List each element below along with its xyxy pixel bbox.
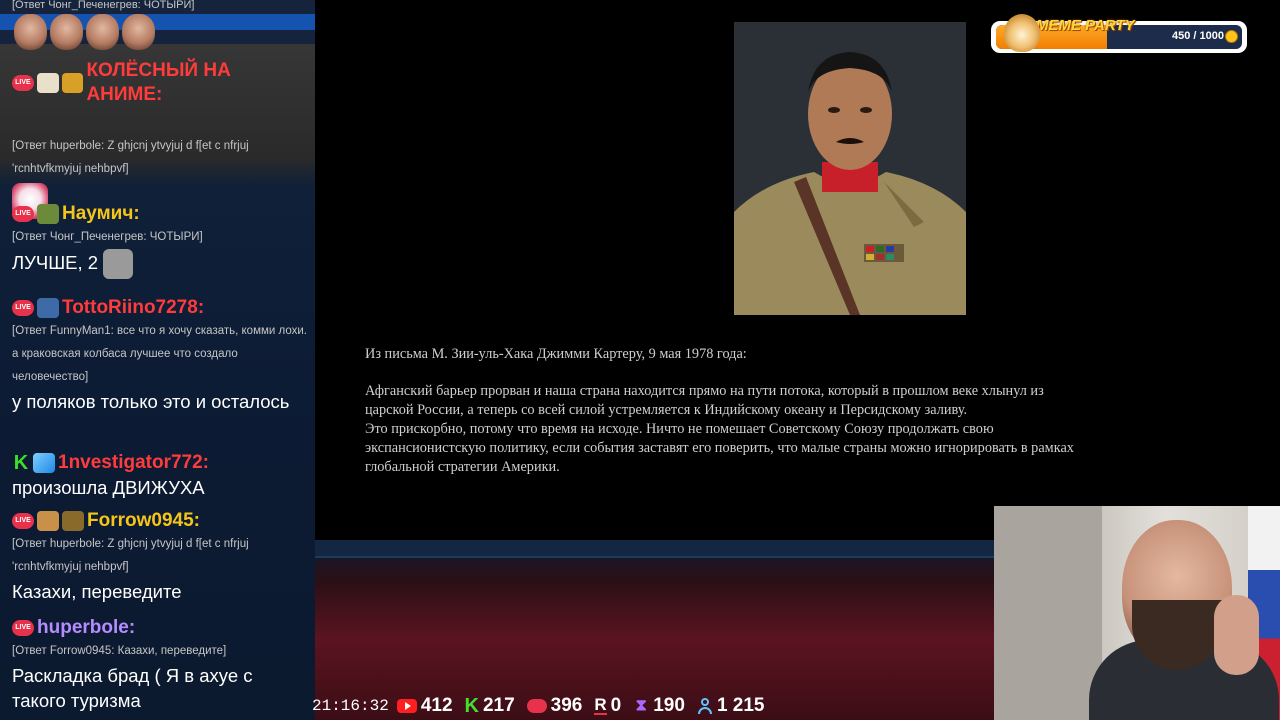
chat-username[interactable]: huperbole: [37, 616, 135, 640]
quote-paragraph-1: Афганский барьер прорван и наша страна н… [365, 383, 1044, 418]
face-emote [14, 14, 47, 50]
chat-message-header: LIVE TottoRiino7278: [12, 296, 310, 320]
chat-reply-quote: [Ответ huperbole: Z ghjcnj ytvyjuj d f[e… [12, 140, 249, 175]
live-badge-icon: LIVE [12, 75, 34, 91]
chat-message-header: LIVE huperbole: [12, 616, 310, 640]
chat-message: LIVE Наумич: [Ответ Чонг_Печенегрев: ЧОТ… [12, 202, 310, 279]
face-emote [86, 14, 119, 50]
total-count: 1 215 [716, 695, 765, 716]
chat-username[interactable]: Forrow0945: [87, 509, 200, 533]
chat-message: LIVE КОЛЁСНЫЙ НА АНИМЕ: [Ответ huperbole… [12, 59, 310, 219]
chat-message-header: LIVE КОЛЁСНЫЙ НА АНИМЕ: [12, 59, 310, 107]
chat-message-header: LIVE Наумич: [12, 202, 310, 226]
vk-count: 396 [550, 695, 583, 716]
emote-row [14, 14, 155, 50]
live-badge-icon: LIVE [12, 206, 34, 222]
meme-party-title: MEME PARTY [1036, 17, 1135, 34]
chat-panel: [Ответ Чонг_Печенегрев: ЧОТЫРИ] LIVE КОЛ… [0, 0, 315, 720]
user-icon [697, 698, 713, 714]
chat-message-text: произошла ДВИЖУХА [12, 477, 205, 498]
meme-party-value: 450 / 1000 [1172, 30, 1224, 42]
quote-source: Из письма М. Зии-уль-Хака Джимми Картеру… [365, 346, 747, 362]
chat-message: K 1nvestigator772: произошла ДВИЖУХА [12, 451, 310, 500]
chat-username[interactable]: Наумич: [62, 202, 140, 226]
face-emote [103, 249, 134, 279]
viewer-stats-bar: 21:16:32 412 K 217 396 R 0 ⧗ 190 1 215 [312, 693, 776, 719]
chat-username[interactable]: TottoRiino7278: [62, 296, 204, 320]
quote-paragraph-2: Это прискорбно, потому что время на исхо… [365, 421, 1074, 475]
youtube-viewers: 412 [396, 695, 453, 717]
money-emoji-icon [61, 73, 84, 93]
youtube-count: 412 [420, 695, 453, 716]
youtube-icon [396, 699, 417, 713]
kick-count: 217 [482, 695, 515, 716]
globe-emoji-icon [37, 298, 59, 318]
chat-message-text: у поляков только это и осталось [12, 391, 290, 412]
money-emoji-icon [62, 511, 84, 531]
chat-reply-quote: [Ответ FunnyMan1: все что я хочу сказать… [12, 325, 307, 383]
kick-viewers: K 217 [465, 695, 515, 718]
sword-emoji-icon [33, 453, 55, 473]
chat-message-header: LIVE Forrow0945: [12, 509, 310, 533]
webcam-feed [994, 506, 1280, 720]
chat-message: LIVE huperbole: [Ответ Forrow0945: Казах… [12, 616, 310, 713]
kick-badge-icon: K [13, 452, 29, 474]
vk-live-icon [526, 699, 547, 713]
doge-icon [1004, 14, 1040, 52]
rutube-viewers: R 0 [594, 695, 621, 717]
bowl-emoji-icon [37, 511, 59, 531]
chat-reply-quote: [Ответ huperbole: Z ghjcnj ytvyjuj d f[e… [12, 538, 249, 573]
portrait-image [734, 22, 966, 315]
stream-clock: 21:16:32 [312, 697, 389, 715]
money-emoji-icon [37, 204, 59, 224]
chat-username[interactable]: 1nvestigator772: [58, 451, 209, 475]
total-viewers: 1 215 [697, 695, 765, 717]
coin-icon [1225, 30, 1238, 43]
trovo-viewers: ⧗ 190 [633, 695, 685, 717]
live-badge-icon: LIVE [12, 620, 34, 636]
rutube-count: 0 [610, 695, 622, 716]
glass-emoji-icon [36, 73, 59, 93]
chat-username[interactable]: КОЛЁСНЫЙ НА АНИМЕ: [86, 59, 310, 107]
live-badge-icon: LIVE [12, 300, 34, 316]
chat-message: LIVE Forrow0945: [Ответ huperbole: Z ghj… [12, 509, 310, 604]
kick-icon: K [464, 694, 479, 717]
streamer-hand [1214, 595, 1259, 675]
trovo-count: 190 [653, 695, 685, 716]
chat-message-header: K 1nvestigator772: [12, 451, 310, 475]
live-badge-icon: LIVE [12, 513, 34, 529]
streamer [1084, 520, 1279, 720]
chat-text: ЛУЧШЕ, 2 [12, 251, 99, 273]
slide-quote: Из письма М. Зии-уль-Хака Джимми Картеру… [365, 345, 1075, 477]
chat-reply-quote: [Ответ Forrow0945: Казахи, переведите] [12, 645, 227, 657]
chat-message-text: Раскладка брад ( Я в ахуе с такого туриз… [12, 665, 253, 711]
chat-reply-quote: [Ответ Чонг_Печенегрев: ЧОТЫРИ] [12, 231, 203, 243]
chat-message-text: Казахи, переведите [12, 581, 182, 602]
trovo-icon: ⧗ [635, 697, 647, 714]
chat-message-text: ЛУЧШЕ, 2 [12, 249, 310, 279]
presentation-slide: Из письма М. Зии-уль-Хака Джимми Картеру… [315, 0, 1280, 540]
face-emote [50, 14, 83, 50]
portrait-illustration [734, 22, 966, 315]
chat-message: LIVE TottoRiino7278: [Ответ FunnyMan1: в… [12, 296, 310, 414]
rutube-icon: R [594, 695, 607, 715]
face-emote [122, 14, 155, 50]
vk-viewers: 396 [526, 695, 583, 717]
